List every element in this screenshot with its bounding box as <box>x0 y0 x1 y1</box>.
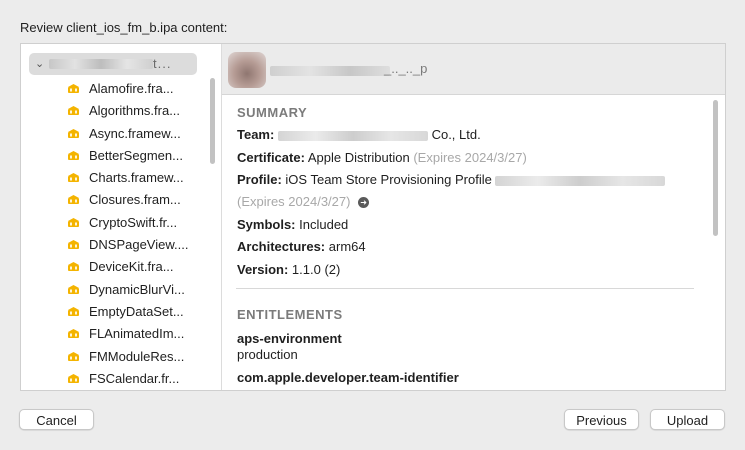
symbols-row: Symbols: Included <box>237 217 348 232</box>
sidebar-item-framework[interactable]: Charts.framew... <box>21 167 217 189</box>
redacted-app-title <box>270 66 390 76</box>
profile-label: Profile: <box>237 172 282 187</box>
architectures-row: Architectures: arm64 <box>237 239 366 254</box>
framework-icon <box>68 217 79 227</box>
section-divider <box>236 288 694 289</box>
certificate-value: Apple Distribution <box>307 150 410 165</box>
sidebar-item-framework[interactable]: DynamicBlurVi... <box>21 279 217 301</box>
framework-icon <box>68 150 79 160</box>
framework-icon <box>68 173 79 183</box>
sidebar-item-label: FSCalendar.fr... <box>89 370 180 386</box>
sidebar-item-label: DNSPageView.... <box>89 237 189 253</box>
sidebar-item-framework[interactable]: EmptyDataSet... <box>21 301 217 323</box>
app-title-tail: _.._.._p <box>384 61 428 76</box>
framework-icon <box>68 106 79 116</box>
team-row: Team: Co., Ltd. <box>237 127 481 142</box>
redacted-app-name <box>49 59 153 69</box>
sidebar-item-framework[interactable]: FMModuleRes... <box>21 346 217 368</box>
entitlement-value: production <box>237 347 298 362</box>
framework-icon <box>68 128 79 138</box>
sidebar-item-framework[interactable]: BetterSegmen... <box>21 145 217 167</box>
detail-scrollbar[interactable] <box>713 100 718 236</box>
framework-icon <box>68 84 79 93</box>
reveal-arrow-icon[interactable]: ➜ <box>358 197 370 209</box>
sidebar-item-framework[interactable]: DNSPageView.... <box>21 234 217 256</box>
sidebar-item-framework[interactable]: FSCalendar.fr... <box>21 368 217 390</box>
framework-icon <box>68 329 79 339</box>
app-icon <box>228 52 266 88</box>
symbols-value: Included <box>299 217 349 232</box>
redacted-team-name <box>277 130 428 141</box>
detail-content: SUMMARY Team: Co., Ltd. Certificate: App… <box>222 95 725 390</box>
sidebar-root-label: t... <box>153 56 172 71</box>
upload-button[interactable]: Upload <box>650 409 725 430</box>
summary-heading: SUMMARY <box>237 105 308 120</box>
sidebar-item-label: Charts.framew... <box>89 170 184 186</box>
symbols-label: Symbols: <box>237 217 296 232</box>
architectures-label: Architectures: <box>237 239 326 254</box>
chevron-down-icon[interactable]: ⌄ <box>35 57 44 70</box>
sidebar-item-label: DynamicBlurVi... <box>89 281 185 297</box>
certificate-row: Certificate: Apple Distribution (Expires… <box>237 150 527 165</box>
entitlement-key: aps-environment <box>237 331 342 346</box>
content-panel: ⌄ t... Alamofire.fra... Algorithms.fra...… <box>20 43 726 391</box>
framework-icon <box>68 284 79 294</box>
sidebar-item-label: Async.framew... <box>89 125 181 141</box>
detail-pane: _.._.._p SUMMARY Team: Co., Ltd. Certifi… <box>222 44 725 390</box>
version-row: Version: 1.1.0 (2) <box>237 262 340 277</box>
sidebar-item-framework[interactable]: Closures.fram... <box>21 189 217 211</box>
sidebar-item-label: Algorithms.fra... <box>89 103 181 119</box>
profile-row: Profile: iOS Team Store Provisioning Pro… <box>237 172 666 187</box>
team-label: Team: <box>237 127 275 142</box>
entitlements-heading: ENTITLEMENTS <box>237 307 343 322</box>
sidebar-item-framework[interactable]: DeviceKit.fra... <box>21 256 217 278</box>
framework-icon <box>68 240 79 250</box>
sidebar-root-item[interactable]: ⌄ t... <box>29 53 197 75</box>
version-label: Version: <box>237 262 289 277</box>
cancel-button[interactable]: Cancel <box>19 409 94 430</box>
previous-button[interactable]: Previous <box>564 409 639 430</box>
sidebar-item-label: FLAnimatedIm... <box>89 326 185 342</box>
redacted-profile-name <box>495 175 666 186</box>
framework-icon <box>68 262 79 272</box>
sidebar-item-framework[interactable]: Alamofire.fra... <box>21 78 217 100</box>
certificate-label: Certificate: <box>237 150 305 165</box>
entitlement-key: com.apple.developer.team-identifier <box>237 370 459 385</box>
version-value: 1.1.0 (2) <box>291 262 341 277</box>
certificate-expiry: (Expires 2024/3/27) <box>413 150 527 165</box>
sidebar-item-label: Alamofire.fra... <box>89 81 174 96</box>
framework-list: Alamofire.fra... Algorithms.fra... Async.f… <box>21 78 217 390</box>
sidebar-item-label: EmptyDataSet... <box>89 303 184 319</box>
framework-icon <box>68 195 79 205</box>
team-value: Co., Ltd. <box>431 127 481 142</box>
profile-expiry-row: (Expires 2024/3/27) ➜ <box>237 194 370 209</box>
architectures-value: arm64 <box>328 239 366 254</box>
profile-expiry: (Expires 2024/3/27) <box>237 194 351 209</box>
detail-header: _.._.._p <box>222 44 725 95</box>
framework-icon <box>68 351 79 361</box>
sidebar-item-framework[interactable]: Algorithms.fra... <box>21 100 217 122</box>
review-dialog: Review client_ios_fm_b.ipa content: ⌄ t.… <box>0 0 745 450</box>
sidebar-item-framework[interactable]: CryptoSwift.fr... <box>21 212 217 234</box>
sidebar-item-label: FMModuleRes... <box>89 348 185 364</box>
sidebar-item-label: BetterSegmen... <box>89 147 183 163</box>
sidebar-item-label: DeviceKit.fra... <box>89 259 174 275</box>
dialog-title: Review client_ios_fm_b.ipa content: <box>20 20 228 35</box>
sidebar: ⌄ t... Alamofire.fra... Algorithms.fra...… <box>21 44 222 390</box>
framework-icon <box>68 306 79 316</box>
sidebar-item-framework[interactable]: FLAnimatedIm... <box>21 323 217 345</box>
framework-icon <box>68 373 79 383</box>
profile-value: iOS Team Store Provisioning Profile <box>285 172 492 187</box>
sidebar-item-label: CryptoSwift.fr... <box>89 214 178 230</box>
sidebar-item-framework[interactable]: Async.framew... <box>21 123 217 145</box>
sidebar-scrollbar[interactable] <box>210 78 215 164</box>
sidebar-item-label: Closures.fram... <box>89 192 181 208</box>
